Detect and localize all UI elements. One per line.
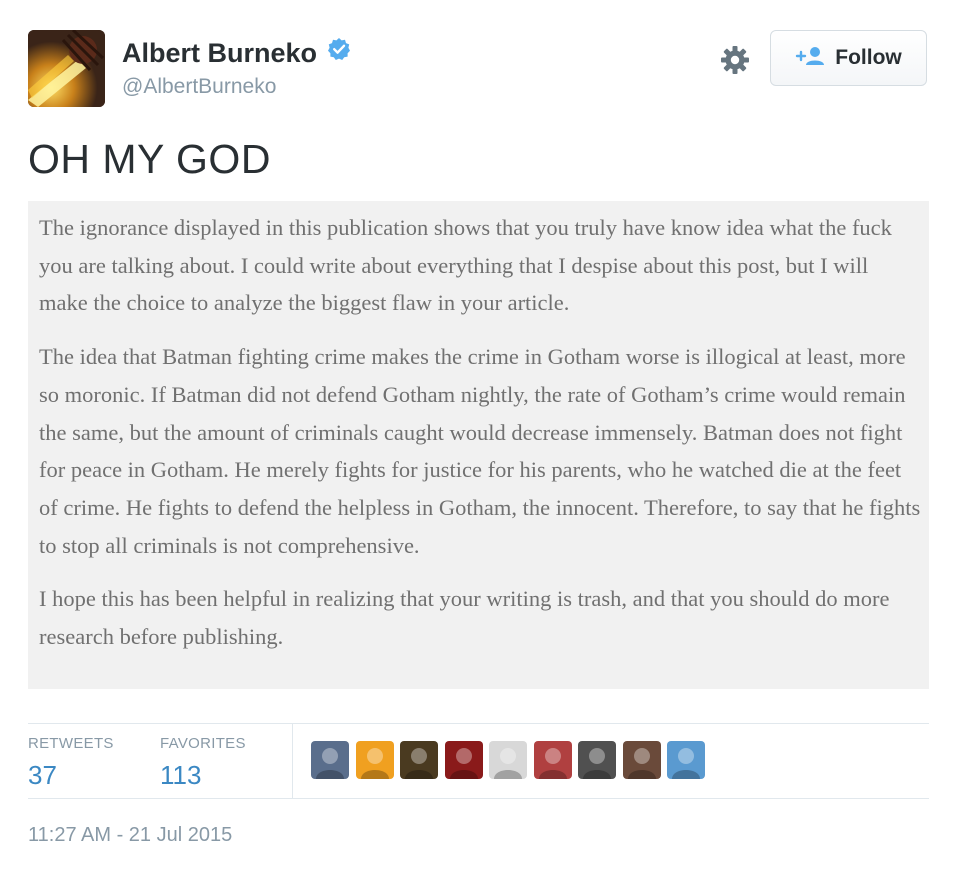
favoriter-avatar[interactable]: [667, 741, 705, 779]
tweet-text: OH MY GOD: [28, 136, 271, 182]
image-paragraph: The ignorance displayed in this publicat…: [39, 215, 892, 316]
favoriter-avatar[interactable]: [311, 741, 349, 779]
image-paragraph: The idea that Batman fighting crime make…: [39, 344, 921, 558]
stats-divider-bottom: [28, 798, 929, 799]
favoriter-avatar[interactable]: [356, 741, 394, 779]
user-avatar[interactable]: [28, 30, 105, 107]
stats-divider-top: [28, 723, 929, 724]
retweets-stat[interactable]: RETWEETS 37: [28, 735, 114, 791]
favoriter-avatar[interactable]: [400, 741, 438, 779]
stats-vertical-divider: [292, 724, 293, 798]
favoriter-avatar[interactable]: [445, 741, 483, 779]
favorites-label: FAVORITES: [160, 735, 246, 752]
favorites-stat[interactable]: FAVORITES 113: [160, 735, 246, 791]
favoriter-avatar[interactable]: [534, 741, 572, 779]
favoriter-avatar[interactable]: [578, 741, 616, 779]
verified-badge-icon: [327, 37, 351, 66]
follow-button[interactable]: Follow: [770, 30, 927, 86]
tweet-card: Albert Burneko @AlbertBurneko Follow OH …: [0, 0, 980, 874]
display-name[interactable]: Albert Burneko: [122, 36, 317, 70]
user-handle[interactable]: @AlbertBurneko: [122, 74, 351, 100]
gear-icon[interactable]: [718, 43, 752, 77]
add-user-icon: [795, 46, 825, 71]
author-info: Albert Burneko @AlbertBurneko: [122, 36, 351, 100]
image-paragraph: I hope this has been helpful in realizin…: [39, 586, 890, 650]
retweets-label: RETWEETS: [28, 735, 114, 752]
favoriter-avatar[interactable]: [489, 741, 527, 779]
tweet-timestamp[interactable]: 11:27 AM - 21 Jul 2015: [28, 824, 232, 847]
follow-button-label: Follow: [835, 46, 902, 69]
favoriter-avatar[interactable]: [623, 741, 661, 779]
retweets-count[interactable]: 37: [28, 759, 114, 791]
avatar-image: [28, 30, 105, 107]
favorites-count[interactable]: 113: [160, 759, 246, 791]
attached-image[interactable]: The ignorance displayed in this publicat…: [28, 201, 929, 689]
